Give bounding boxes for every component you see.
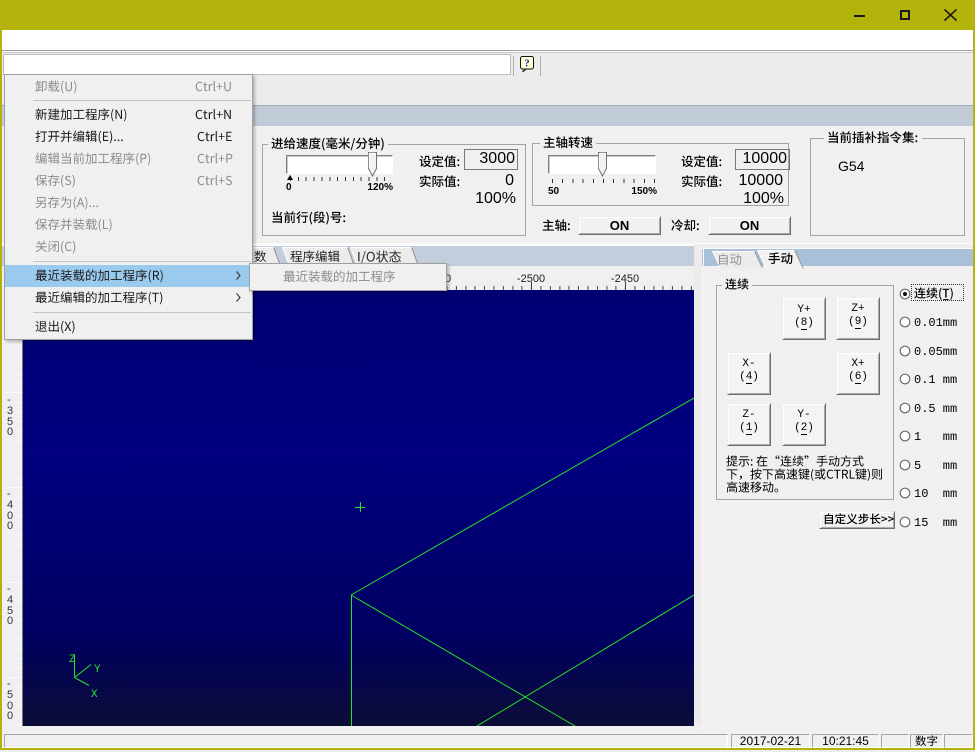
svg-text:X: X bbox=[91, 689, 98, 701]
svg-text:Z: Z bbox=[69, 654, 76, 666]
svg-text:Y: Y bbox=[94, 664, 101, 676]
svg-text:?: ? bbox=[524, 59, 529, 70]
